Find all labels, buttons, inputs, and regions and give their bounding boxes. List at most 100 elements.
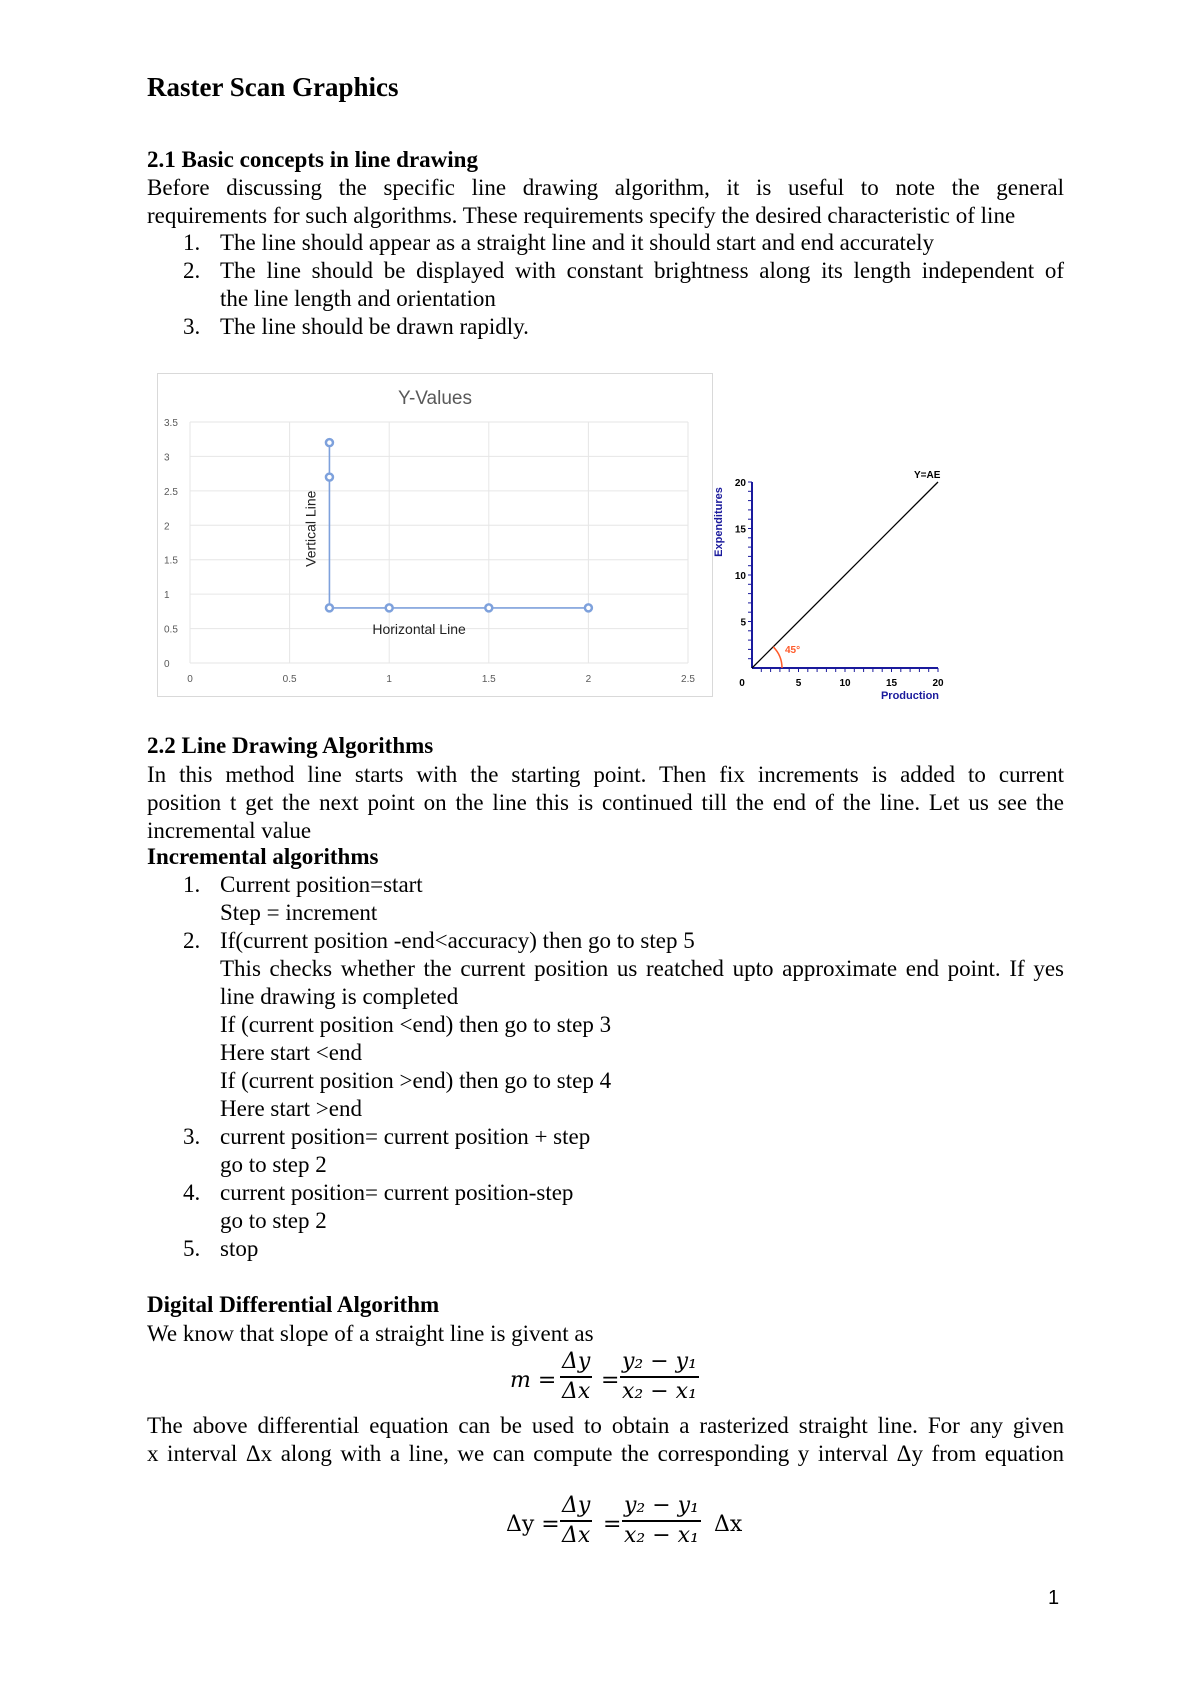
y-tick-label: 15 [735, 525, 747, 536]
numerator: y₂ − y₁ [624, 1493, 699, 1518]
paragraph-line: position t get the next point on the lin… [147, 790, 1064, 815]
data-point [484, 603, 494, 613]
fraction-dy-dx: Δy Δx [560, 1348, 593, 1406]
step-number: 1. [183, 872, 201, 897]
fraction-y-over-x: y₂ − y₁ x₂ − x₁ [622, 1492, 701, 1550]
paragraph-line: The above differential equation can be u… [147, 1413, 1064, 1438]
denominator: Δx [562, 1523, 591, 1548]
step-line: If(current position -end<accuracy) then … [220, 928, 695, 953]
equation-lhs: m = [510, 1368, 557, 1393]
list-item: The line should appear as a straight lin… [220, 230, 935, 255]
step-line: go to step 2 [220, 1152, 327, 1177]
data-point [324, 472, 335, 482]
y-values-chart-svg: Y-Values 0 0.5 1 1.5 2 2.5 3 3.5 0 0.5 1 1.5 2 2.5 Ve… [164, 388, 695, 685]
fraction-y-over-x: y₂ − y₁ x₂ − x₁ [620, 1348, 699, 1406]
y-equals-ae-line [751, 481, 939, 669]
production-expenditure-chart-svg: 0 5 10 15 20 5 10 15 20 45° Y=AE Production Expe… [713, 470, 944, 702]
step-line: Here start <end [220, 1040, 362, 1065]
x-tick-label: 20 [932, 678, 944, 689]
series-label: Y=AE [914, 470, 941, 481]
denominator: x₂ − x₁ [622, 1379, 697, 1404]
list-number: 3. [183, 314, 201, 339]
y-values-chart: Y-Values 0 0.5 1 1.5 2 2.5 3 3.5 0 0.5 1 1.5 2 2.5 Ve… [157, 373, 713, 697]
data-point [324, 603, 335, 613]
paragraph-line: incremental value [147, 818, 312, 843]
y-tick-label: 3.5 [164, 418, 178, 429]
y-axis-label: Expenditures [713, 487, 725, 557]
numerator: Δy [562, 1349, 591, 1374]
list-item-continued: the line length and orientation [220, 286, 496, 311]
step-line: If (current position <end) then go to st… [220, 1012, 612, 1037]
data-point [384, 603, 394, 613]
step-number: 4. [183, 1180, 201, 1205]
paragraph-line: In this method line starts with the star… [147, 762, 1064, 787]
vertical-line-annotation: Vertical Line [302, 490, 318, 566]
y-tick-label: 1.5 [164, 556, 178, 567]
equals-sign: = [603, 1512, 622, 1537]
step-line: This checks whether the current position… [220, 956, 1064, 981]
equation-lhs: Δy = [506, 1512, 560, 1537]
horizontal-line-annotation: Horizontal Line [372, 621, 466, 637]
y-tick-label: 5 [740, 618, 746, 629]
step-number: 2. [183, 928, 201, 953]
numerator: Δy [562, 1493, 591, 1518]
paragraph-line: Before discussing the specific line draw… [147, 175, 1064, 200]
x-tick-label: 1.5 [482, 674, 496, 685]
x-tick-label: 0 [739, 678, 745, 689]
paragraph-line: requirements for such algorithms. These … [147, 203, 1016, 228]
list-number: 2. [183, 258, 201, 283]
fraction-dy-dx: Δy Δx [560, 1492, 593, 1550]
numerator: y₂ − y₁ [622, 1349, 697, 1374]
data-point [324, 437, 335, 448]
delta-x-term: Δx [714, 1512, 743, 1537]
equals-sign: = [601, 1368, 620, 1393]
angle-label: 45° [785, 645, 800, 656]
list-item: The line should be displayed with consta… [220, 258, 1064, 283]
step-line: current position= current position-step [220, 1180, 574, 1205]
page-number: 1 [1048, 1587, 1060, 1609]
y-tick-label: 0 [164, 659, 170, 670]
chart-title: Y-Values [398, 388, 472, 409]
x-tick-label: 10 [839, 678, 851, 689]
denominator: x₂ − x₁ [624, 1523, 699, 1548]
list-number: 1. [183, 230, 201, 255]
y-tick-label: 2 [164, 521, 170, 532]
x-tick-label: 15 [886, 678, 898, 689]
paragraph-line: We know that slope of a straight line is… [147, 1321, 594, 1346]
y-tick-label: 2.5 [164, 487, 178, 498]
data-point [583, 603, 594, 613]
x-tick-label: 0 [187, 674, 193, 685]
x-tick-label: 2.5 [681, 674, 695, 685]
document-title: Raster Scan Graphics [147, 72, 399, 102]
y-tick-label: 1 [164, 590, 170, 601]
step-line: line drawing is completed [220, 984, 459, 1009]
y-tick-label: 10 [735, 571, 747, 582]
list-item: The line should be drawn rapidly. [220, 314, 529, 339]
subheading-incremental-algorithms: Incremental algorithms [147, 844, 379, 869]
x-tick-label: 5 [796, 678, 802, 689]
step-line: stop [220, 1236, 259, 1261]
step-number: 3. [183, 1124, 201, 1149]
step-number: 5. [183, 1236, 201, 1261]
step-line: Step = increment [220, 900, 378, 925]
paragraph-line: x interval Δx along with a line, we can … [147, 1441, 1064, 1466]
section-heading-2-1: 2.1 Basic concepts in line drawing [147, 147, 478, 172]
step-line: Current position=start [220, 872, 423, 897]
x-tick-label: 0.5 [283, 674, 297, 685]
document-page: Raster Scan Graphics 2.1 Basic concepts … [0, 0, 1200, 1697]
step-line: go to step 2 [220, 1208, 327, 1233]
step-line: Here start >end [220, 1096, 362, 1121]
x-tick-label: 2 [586, 674, 592, 685]
production-expenditure-chart: 0 5 10 15 20 5 10 15 20 45° Y=AE Production Expe… [710, 460, 970, 710]
section-heading-2-2: 2.2 Line Drawing Algorithms [147, 733, 434, 758]
x-tick-label: 1 [386, 674, 392, 685]
y-tick-label: 3 [164, 452, 170, 463]
45-degree-arc [772, 646, 783, 669]
denominator: Δx [562, 1379, 591, 1404]
step-line: If (current position >end) then go to st… [220, 1068, 612, 1093]
y-tick-label: 0.5 [164, 625, 178, 636]
x-axis-label: Production [881, 690, 939, 702]
subheading-dda: Digital Differential Algorithm [147, 1292, 440, 1317]
y-tick-label: 20 [735, 478, 747, 489]
step-line: current position= current position + ste… [220, 1124, 591, 1149]
